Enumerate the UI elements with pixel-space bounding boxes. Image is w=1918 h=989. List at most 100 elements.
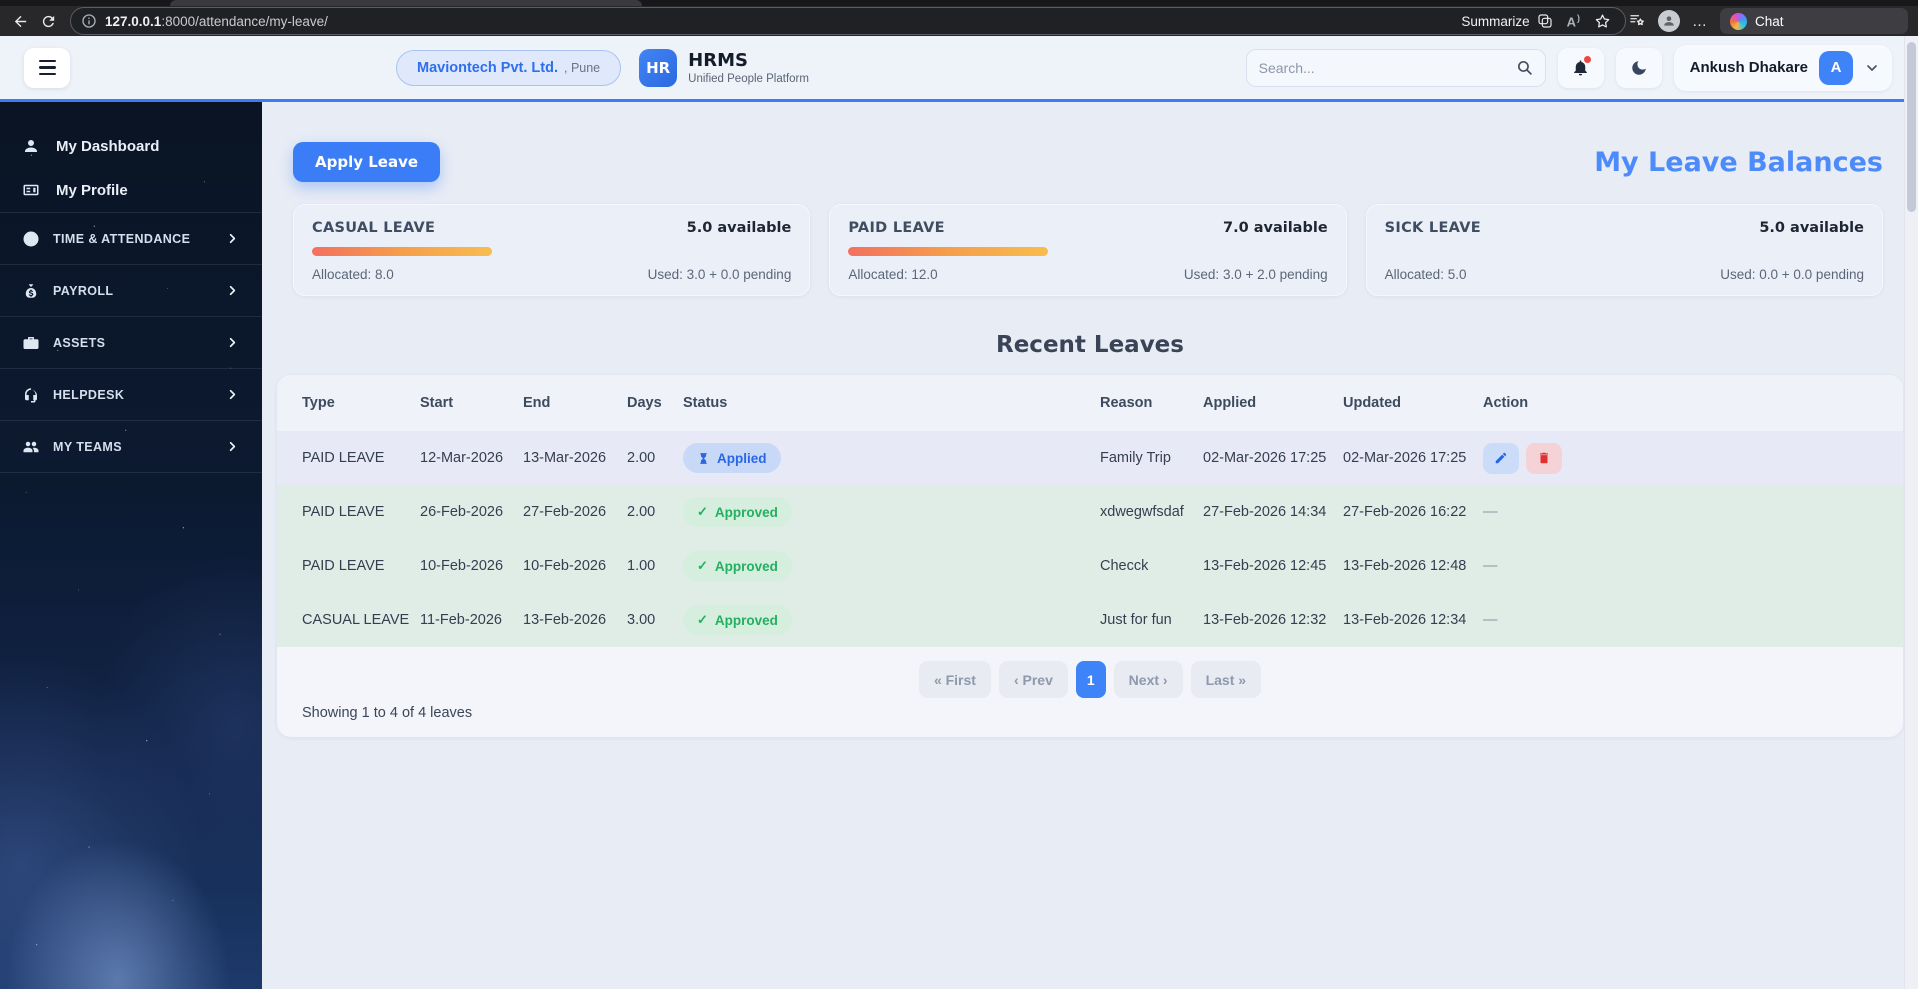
sidebar-item-payroll[interactable]: PAYROLL bbox=[0, 264, 262, 316]
sidebar-item-helpdesk[interactable]: HELPDESK bbox=[0, 368, 262, 420]
user-icon bbox=[22, 137, 40, 155]
table-header-row: Type Start End Days Status Reason Applie… bbox=[277, 375, 1903, 431]
url-bar[interactable]: 127.0.0.1:8000/attendance/my-leave/ Summ… bbox=[70, 7, 1626, 35]
chevron-down-icon bbox=[1867, 64, 1877, 71]
cell-applied: 02-Mar-2026 17:25 bbox=[1203, 450, 1327, 466]
company-badge[interactable]: Maviontech Pvt. Ltd. , Pune bbox=[396, 49, 622, 86]
sidebar-item-time-attendance[interactable]: TIME & ATTENDANCE bbox=[0, 212, 262, 264]
cell-status: Approved bbox=[683, 605, 1100, 635]
chevron-right-icon bbox=[225, 439, 240, 454]
scrollbar-thumb[interactable] bbox=[1907, 42, 1916, 212]
leave-type-label: CASUAL LEAVE bbox=[312, 220, 436, 236]
trash-icon bbox=[1539, 452, 1549, 464]
chevron-right-icon bbox=[225, 283, 240, 298]
dark-mode-toggle[interactable] bbox=[1615, 47, 1662, 88]
cell-applied: 13-Feb-2026 12:32 bbox=[1203, 612, 1327, 628]
browser-chrome: 127.0.0.1:8000/attendance/my-leave/ Summ… bbox=[0, 0, 1918, 36]
chevron-right-icon bbox=[225, 387, 240, 402]
favorite-star-icon[interactable] bbox=[1594, 13, 1611, 30]
cell-status: Approved bbox=[683, 551, 1100, 581]
read-aloud-icon[interactable]: A bbox=[1567, 13, 1580, 29]
leave-balance-cards: CASUAL LEAVE 5.0 available Allocated: 8.… bbox=[293, 204, 1883, 296]
cell-updated: 13-Feb-2026 12:48 bbox=[1343, 558, 1467, 574]
refresh-icon[interactable] bbox=[34, 8, 62, 34]
cell-applied: 13-Feb-2026 12:45 bbox=[1203, 558, 1327, 574]
chevron-right-icon bbox=[225, 335, 240, 350]
used-label: Used: 3.0 + 2.0 pending bbox=[1183, 267, 1328, 282]
hourglass-icon bbox=[700, 452, 707, 464]
delete-button[interactable] bbox=[1526, 442, 1562, 474]
sidebar-item-my-profile[interactable]: My Profile bbox=[0, 168, 262, 212]
chevron-right-icon bbox=[225, 231, 240, 246]
user-menu[interactable]: Ankush Dhakare A bbox=[1673, 44, 1892, 91]
check-icon bbox=[697, 504, 708, 520]
cell-start: 26-Feb-2026 bbox=[420, 504, 504, 520]
cell-days: 1.00 bbox=[627, 558, 656, 574]
sidebar-item-assets[interactable]: ASSETS bbox=[0, 316, 262, 368]
pagination-next-button[interactable]: Next › bbox=[1113, 661, 1183, 698]
edit-button[interactable] bbox=[1483, 442, 1519, 474]
showing-summary: Showing 1 to 4 of 4 leaves bbox=[302, 705, 473, 721]
pagination-prev-button[interactable]: ‹ Prev bbox=[998, 661, 1068, 698]
pagination-last-button[interactable]: Last » bbox=[1190, 661, 1262, 698]
status-badge-approved: Approved bbox=[683, 497, 792, 527]
apply-leave-button[interactable]: Apply Leave bbox=[293, 142, 441, 182]
back-icon[interactable] bbox=[6, 8, 34, 34]
user-name: Ankush Dhakare bbox=[1689, 59, 1808, 76]
pagination-page-1-button[interactable]: 1 bbox=[1075, 661, 1106, 698]
cell-days: 3.00 bbox=[627, 612, 656, 628]
cell-end: 13-Mar-2026 bbox=[523, 450, 607, 466]
cell-action: — bbox=[1483, 558, 1498, 574]
cell-end: 13-Feb-2026 bbox=[523, 612, 607, 628]
pagination-first-button[interactable]: « First bbox=[918, 661, 991, 698]
check-icon bbox=[697, 612, 708, 628]
usage-progress-bar bbox=[312, 247, 791, 256]
pagination: « First ‹ Prev 1 Next › Last » bbox=[277, 661, 1903, 698]
collections-icon[interactable] bbox=[1628, 12, 1646, 30]
cell-updated: 02-Mar-2026 17:25 bbox=[1343, 450, 1467, 466]
check-icon bbox=[697, 558, 708, 574]
table-row: PAID LEAVE 12-Mar-2026 13-Mar-2026 2.00 … bbox=[277, 431, 1903, 485]
cell-status: Approved bbox=[683, 497, 1100, 527]
search-icon[interactable] bbox=[1516, 59, 1533, 76]
recent-leaves-title: Recent Leaves bbox=[996, 332, 1184, 358]
headset-icon bbox=[22, 386, 40, 404]
moon-icon bbox=[1631, 60, 1646, 75]
site-info-icon[interactable] bbox=[81, 13, 97, 29]
cell-status: Applied bbox=[683, 443, 1100, 473]
more-options-icon[interactable]: … bbox=[1692, 13, 1708, 30]
cell-days: 2.00 bbox=[627, 450, 656, 466]
app-title: HRMS bbox=[688, 50, 748, 71]
app-header: Maviontech Pvt. Ltd. , Pune HR HRMS Unif… bbox=[0, 36, 1918, 102]
usage-progress-bar bbox=[1385, 247, 1864, 256]
hamburger-menu-button[interactable] bbox=[24, 47, 70, 88]
browser-toolbar: 127.0.0.1:8000/attendance/my-leave/ Summ… bbox=[0, 6, 1918, 36]
allocated-label: Allocated: 5.0 bbox=[1384, 267, 1467, 282]
search-box bbox=[1245, 48, 1546, 87]
balance-card-sick: SICK LEAVE 5.0 available Allocated: 5.0 … bbox=[1365, 204, 1883, 296]
allocated-label: Allocated: 12.0 bbox=[848, 267, 938, 282]
summarize-button[interactable]: Summarize bbox=[1461, 13, 1552, 29]
search-input[interactable] bbox=[1258, 59, 1516, 76]
clock-icon bbox=[22, 230, 40, 248]
recent-leaves-table: Type Start End Days Status Reason Applie… bbox=[277, 375, 1903, 737]
used-label: Used: 3.0 + 0.0 pending bbox=[647, 267, 792, 282]
id-card-icon bbox=[22, 181, 40, 199]
sidebar-item-my-teams[interactable]: MY TEAMS bbox=[0, 420, 262, 472]
cell-end: 10-Feb-2026 bbox=[523, 558, 607, 574]
sidebar-item-my-dashboard[interactable]: My Dashboard bbox=[0, 124, 262, 168]
cell-days: 2.00 bbox=[627, 504, 656, 520]
summarize-icon bbox=[1538, 14, 1552, 28]
notifications-button[interactable] bbox=[1557, 47, 1604, 88]
usage-progress-bar bbox=[848, 247, 1327, 256]
copilot-chat-button[interactable]: Chat bbox=[1720, 8, 1908, 34]
leave-type-label: SICK LEAVE bbox=[1384, 220, 1481, 236]
leave-type-label: PAID LEAVE bbox=[848, 220, 945, 236]
cell-reason: Family Trip bbox=[1100, 450, 1171, 466]
cell-action: — bbox=[1483, 612, 1498, 628]
table-row: PAID LEAVE 10-Feb-2026 10-Feb-2026 1.00 … bbox=[277, 539, 1903, 593]
notification-dot bbox=[1583, 55, 1591, 63]
cell-action: — bbox=[1483, 504, 1498, 520]
available-label: 5.0 available bbox=[686, 220, 792, 236]
browser-profile-avatar[interactable] bbox=[1658, 10, 1680, 32]
